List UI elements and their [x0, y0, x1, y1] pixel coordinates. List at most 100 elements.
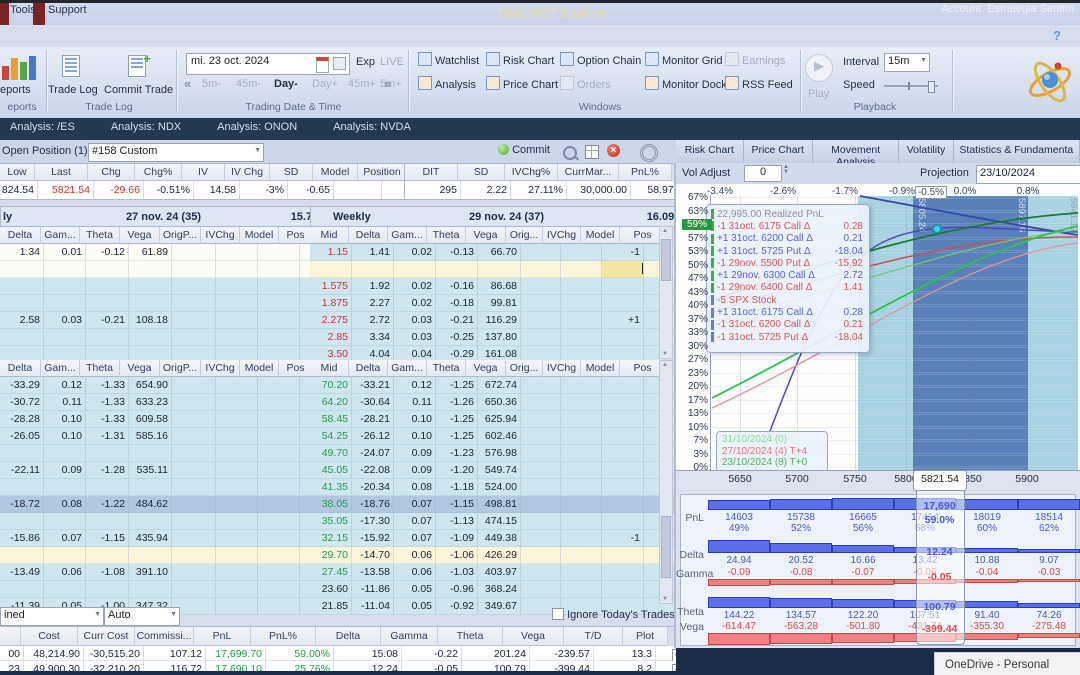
vol-adjust-spinner[interactable]: ▲ ▼ [783, 164, 789, 175]
chain-row[interactable]: 54.25 -26.12 0.10 -1.25 602.46 [310, 428, 693, 445]
chain-header[interactable]: Vega [466, 227, 506, 244]
play-button[interactable]: ▶ [805, 54, 833, 82]
chain-row[interactable]: 29.70 -14.70 0.06 -1.06 426.29 [310, 547, 693, 564]
chain-row[interactable] [310, 261, 693, 278]
chain-row[interactable] [0, 479, 337, 496]
chain-header[interactable]: Delta [0, 227, 41, 244]
chain-row[interactable] [0, 513, 337, 530]
chain-top-scrollbar[interactable]: ▲ ▼ [659, 226, 673, 359]
tab-analysis-1[interactable]: Analysis: NDX [93, 118, 199, 140]
footer-header[interactable]: PnL% [251, 627, 316, 646]
footer-header[interactable]: Commissi... [135, 627, 194, 646]
search-icon[interactable] [563, 146, 579, 161]
trading-date-input[interactable]: mi. 23 oct. 2024 [186, 53, 350, 75]
chain-header[interactable]: Theta [427, 360, 466, 377]
window-toggle-orders[interactable]: Orders [560, 76, 611, 92]
chain-header[interactable]: Gam... [388, 227, 427, 244]
tab-volatility[interactable]: Volatility [899, 140, 954, 163]
chain-header[interactable]: Delta [349, 227, 388, 244]
tab-movement-analysis[interactable]: Movement Analysis [812, 140, 900, 168]
tab-analysis-3[interactable]: Analysis: NVDA [315, 118, 429, 140]
chain-row[interactable]: 1.34 0.01 -0.12 61.89 [0, 244, 337, 261]
projection-input[interactable]: 23/10/2024 [976, 165, 1080, 184]
tab-price-chart[interactable]: Price Chart [743, 140, 813, 163]
summary-header[interactable]: SD [458, 164, 505, 181]
chain-header[interactable]: Vega [120, 227, 160, 244]
chain-row[interactable]: -26.05 0.10 -1.31 585.16 [0, 428, 337, 445]
commit-trade-button[interactable]: Commit Trade [104, 84, 173, 96]
chain-header[interactable]: Theta [80, 227, 120, 244]
summary-header[interactable]: Position [358, 164, 407, 181]
footer-header[interactable]: Gamma [381, 627, 438, 646]
chain-header[interactable]: IVChg [201, 227, 240, 244]
chain-row[interactable] [0, 329, 337, 346]
chain-header[interactable]: Gam... [388, 360, 427, 377]
window-toggle-option-chain[interactable]: Option Chain [560, 52, 641, 68]
auto-select[interactable]: Auto ▼ [104, 607, 180, 626]
summary-header[interactable]: Model [313, 164, 358, 181]
chain-row[interactable]: 35.05 -17.30 0.07 -1.13 474.15 [310, 513, 693, 530]
chain-header[interactable]: Mid [310, 227, 349, 244]
chain-header[interactable]: Vega [466, 360, 506, 377]
footer-header[interactable]: Theta [438, 627, 503, 646]
tab-analysis-0[interactable]: Analysis: /ES [0, 118, 93, 140]
menu-support[interactable]: Support [48, 4, 87, 16]
grid-icon[interactable] [585, 145, 599, 159]
summary-header[interactable]: IV [182, 164, 225, 181]
chain-row[interactable]: 64.20 -30.64 0.11 -1.26 650.36 [310, 394, 693, 411]
calendar-icon[interactable] [316, 57, 329, 73]
trade-log-button[interactable]: Trade Log [48, 84, 98, 96]
chain-header[interactable]: Model [581, 360, 620, 377]
chain-header[interactable]: Delta [349, 360, 388, 377]
interval-select[interactable]: 15m ▼ [884, 53, 930, 72]
expiry-header[interactable]: Weekly 29 nov. 24 (37) 16.09% [310, 206, 693, 227]
window-toggle-analysis[interactable]: Analysis [418, 76, 476, 92]
chain-row[interactable]: 58.45 -28.21 0.10 -1.25 625.94 [310, 411, 693, 428]
footer-header[interactable] [0, 627, 21, 646]
step-forward-icon[interactable]: » [384, 76, 391, 91]
chain-row[interactable]: 70.20 -33.21 0.12 -1.25 672.74 [310, 377, 693, 394]
window-toggle-watchlist[interactable]: Watchlist [418, 52, 479, 68]
chain-header[interactable]: Vega [120, 360, 160, 377]
window-toggle-monitor-grid[interactable]: Monitor Grid [645, 52, 723, 68]
window-toggle-monitor-dock[interactable]: Monitor Dock [645, 76, 727, 92]
ignore-trades-checkbox[interactable]: Ignore Today's Trades [552, 608, 675, 623]
chain-header[interactable]: Model [240, 360, 279, 377]
summary-header[interactable]: Last [35, 164, 88, 181]
position-select[interactable]: #158 Custom ▼ [88, 143, 264, 162]
chain-row[interactable]: 32.15 -15.92 0.07 -1.09 449.38 -1 [310, 530, 693, 547]
chain-row[interactable]: -33.29 0.12 -1.33 654.90 [0, 377, 337, 394]
close-position-icon[interactable]: × [607, 144, 620, 157]
footer-header[interactable]: Delta [316, 627, 381, 646]
chain-row[interactable] [0, 295, 337, 312]
chain-bottom-scrollbar[interactable]: ▲ ▼ [659, 360, 673, 604]
summary-header[interactable]: IVChg% [505, 164, 558, 181]
summary-header[interactable]: PnL% [619, 164, 672, 181]
window-toggle-price-chart[interactable]: Price Chart [486, 76, 558, 92]
chain-row[interactable]: 45.05 -22.08 0.09 -1.20 549.74 [310, 462, 693, 479]
chain-header[interactable]: Pos [279, 227, 313, 244]
gear-icon[interactable] [640, 144, 658, 162]
chain-row[interactable]: 23.60 -11.86 0.05 -0.96 368.24 [310, 581, 693, 598]
chain-row[interactable] [0, 547, 337, 564]
vol-adjust-input[interactable]: 0 [744, 165, 782, 182]
footer-header[interactable]: Plot [623, 627, 668, 646]
chain-row[interactable]: 1.575 1.92 0.02 -0.16 86.68 [310, 278, 693, 295]
chain-row[interactable]: -30.72 0.11 -1.33 633.23 [0, 394, 337, 411]
footer-header[interactable]: Vega [503, 627, 564, 646]
reports-button[interactable]: eports [0, 84, 31, 96]
chain-row[interactable] [0, 261, 337, 278]
tab-analysis-2[interactable]: Analysis: ONON [199, 118, 315, 140]
chain-row[interactable]: 2.275 2.72 0.03 -0.21 116.29 +1 [310, 312, 693, 329]
chain-row[interactable]: 49.70 -24.07 0.09 -1.23 576.98 [310, 445, 693, 462]
chain-row[interactable]: 41.35 -20.34 0.08 -1.18 524.00 [310, 479, 693, 496]
chain-header[interactable]: Orig... [506, 360, 543, 377]
chain-header[interactable]: Gam... [41, 360, 80, 377]
time-step-Day-[interactable]: Day- [274, 78, 298, 90]
footer-header[interactable]: Cost [21, 627, 78, 646]
chain-header[interactable]: OrigP... [160, 227, 201, 244]
chain-header[interactable]: Model [240, 227, 279, 244]
window-toggle-rss-feed[interactable]: RSS Feed [725, 76, 793, 92]
chain-row[interactable]: -15.86 0.07 -1.15 435.94 [0, 530, 337, 547]
expiry-picker-icon[interactable] [333, 57, 346, 70]
